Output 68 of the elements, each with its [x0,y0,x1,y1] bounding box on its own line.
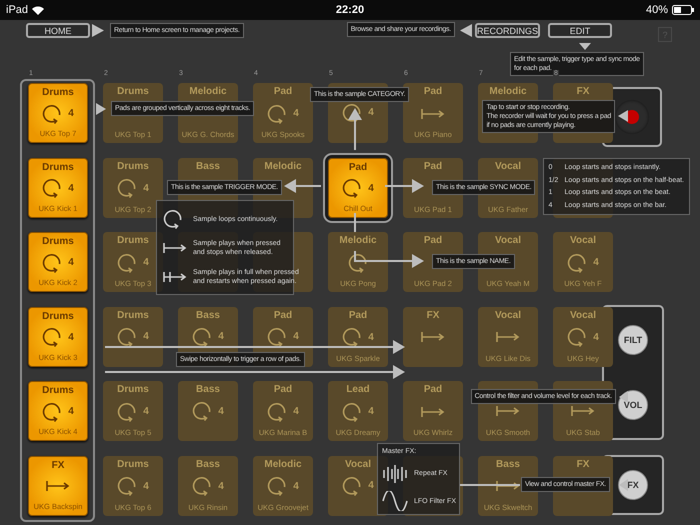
pad-category: Bass [196,384,220,395]
pad-category: Melodic [264,160,302,172]
pad-category: Drums [42,87,74,98]
pad-category: Bass [496,458,520,470]
pad-category: Drums [42,385,74,396]
pad-category: Vocal [345,458,371,470]
sync-value: 4 [143,257,149,268]
sync-value: 4 [143,406,149,417]
carrier-label: iPad [6,4,28,16]
sync-value: 4 [218,331,224,342]
sync-value: 4 [293,480,299,492]
pad-category: Melodic [339,235,377,246]
sync-value: 4 [368,182,374,194]
pad-category: FX [52,460,64,470]
pad-category: Melodic [264,458,302,470]
battery-percent: 40% [646,4,668,16]
sync-value: 4 [593,257,599,268]
sync-value: 4 [293,108,299,119]
pad-category: Melodic [189,86,227,97]
sync-value: 4 [68,108,74,119]
sync-value: 4 [143,480,149,492]
pad-category: Pad [274,86,292,97]
pad-category: Bass [196,458,220,470]
sync-value: 4 [68,406,74,417]
pad-category: Bass [196,310,220,320]
pad-category: FX [576,86,590,97]
pad-category: FX [426,310,440,320]
sync-value: 4 [293,406,299,417]
pad-category: Drums [117,458,149,470]
pad-category: Pad [348,310,368,320]
pad-category: Drums [42,162,74,172]
clock: 22:20 [336,4,364,16]
pad-category: Vocal [570,235,596,246]
sync-value: 4 [368,406,374,417]
pad-category: Vocal [570,310,596,320]
sync-value: 4 [68,332,74,342]
sync-value: 4 [143,331,149,342]
pad-category: FX [576,458,590,470]
sync-value: 4 [368,332,374,342]
pad-category: Drums [117,160,149,172]
pad-category: Drums [42,310,74,322]
pad-category: Pad [424,86,442,97]
sync-value: 4 [593,332,599,342]
pad-category: Pad [424,384,442,395]
sync-value: 4 [143,182,149,194]
pad-category: Vocal [495,160,521,172]
pad-category: Lead [346,384,370,395]
pad-category: Pad [424,235,442,246]
pad-category: Drums [42,236,74,247]
sync-value: 4 [293,331,299,342]
pad-category: Pad [424,160,442,172]
pad-category: Drums [117,235,149,246]
pad-category: Pad [274,384,292,395]
pad-category: Pad [274,310,292,320]
pad-category: Vocal [495,235,521,246]
pad-category: Drums [117,384,149,395]
sync-value: 4 [368,480,374,491]
pad-category: Drums [117,310,149,320]
sync-value: 4 [368,107,374,118]
pad-category: Vocal [495,310,521,320]
sync-value: 4 [68,182,74,194]
pad-category: Pad [348,162,368,172]
sync-value: 4 [218,406,224,416]
pad-category: Bass [196,160,220,172]
pad-category: Melodic [489,86,527,97]
sync-value: 4 [218,480,224,492]
sync-value: 4 [68,257,74,268]
pad-category: Drums [117,86,149,97]
